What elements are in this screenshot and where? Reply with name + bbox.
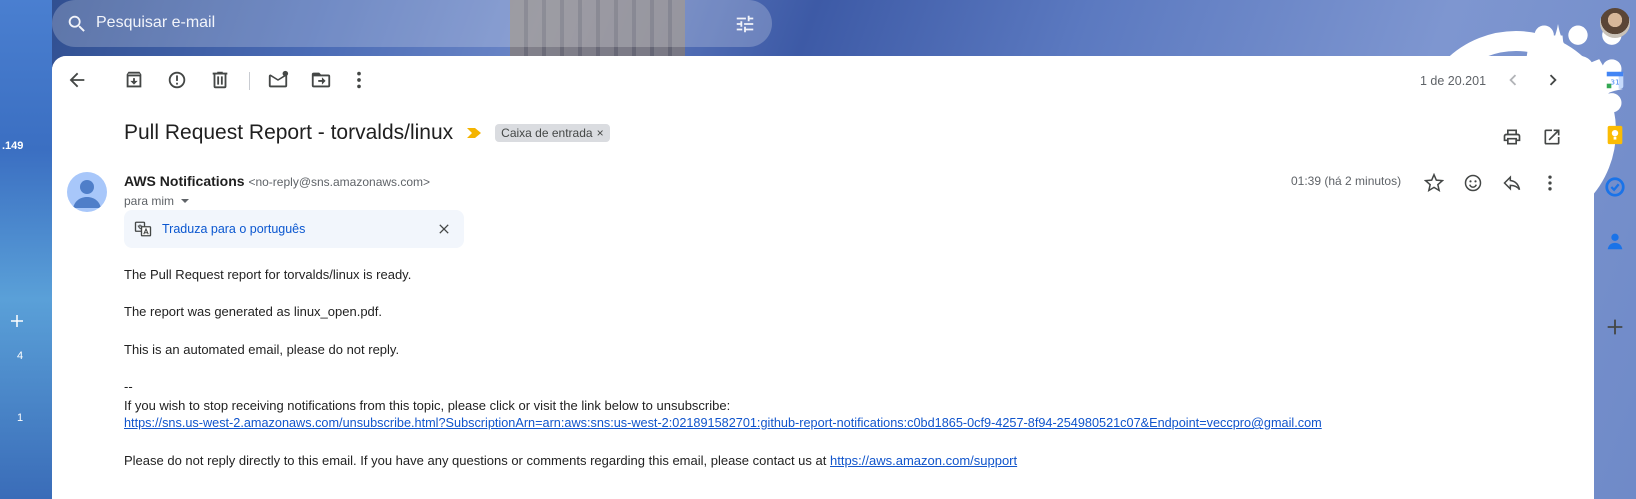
back-arrow-icon[interactable] bbox=[66, 69, 88, 91]
message-counter: 1 de 20.201 bbox=[1420, 74, 1487, 88]
keep-icon[interactable] bbox=[1604, 124, 1626, 146]
account-avatar[interactable] bbox=[1600, 8, 1630, 38]
sender-email: <no-reply@sns.amazonaws.com> bbox=[248, 175, 431, 189]
label-remove-button[interactable]: × bbox=[597, 126, 604, 140]
rail-badge: .149 bbox=[2, 140, 24, 152]
emoji-icon[interactable] bbox=[1463, 173, 1483, 193]
print-icon[interactable] bbox=[1502, 127, 1522, 147]
unsubscribe-text: If you wish to stop receiving notificati… bbox=[124, 398, 731, 413]
unsubscribe-link[interactable]: https://sns.us-west-2.amazonaws.com/unsu… bbox=[124, 416, 1322, 430]
contacts-icon[interactable] bbox=[1604, 230, 1626, 252]
open-new-window-icon[interactable] bbox=[1542, 127, 1562, 147]
rail-count-a: 4 bbox=[17, 350, 24, 362]
translate-icon bbox=[134, 221, 152, 237]
body-line-3: This is an automated email, please do no… bbox=[124, 342, 400, 357]
archive-icon[interactable] bbox=[123, 69, 145, 91]
translate-link[interactable]: Traduza para o português bbox=[162, 222, 305, 236]
signature-separator: -- bbox=[124, 379, 133, 394]
more-vert-icon[interactable] bbox=[348, 69, 370, 91]
close-icon[interactable] bbox=[436, 221, 452, 237]
importance-icon[interactable] bbox=[467, 128, 482, 138]
subject-row: Pull Request Report - torvalds/linux Cai… bbox=[124, 121, 610, 145]
body-line-1: The Pull Request report for torvalds/lin… bbox=[124, 267, 412, 282]
tasks-icon[interactable] bbox=[1604, 176, 1626, 198]
label-chip-text: Caixa de entrada bbox=[501, 126, 593, 140]
calendar-icon[interactable]: 31 bbox=[1604, 69, 1626, 91]
recipient-text: para mim bbox=[124, 194, 175, 208]
sender-name[interactable]: AWS Notifications bbox=[124, 173, 245, 189]
delete-icon[interactable] bbox=[209, 69, 231, 91]
background-left-strip bbox=[0, 0, 52, 499]
rail-count-b: 1 bbox=[17, 412, 24, 424]
email-subject: Pull Request Report - torvalds/linux bbox=[124, 121, 454, 144]
search-icon[interactable] bbox=[66, 13, 88, 35]
unsubscribe-link-row: https://sns.us-west-2.amazonaws.com/unsu… bbox=[124, 416, 1322, 430]
sender-avatar bbox=[67, 172, 107, 212]
recipient-details[interactable]: para mim bbox=[124, 194, 190, 208]
message-more-icon[interactable] bbox=[1540, 173, 1560, 193]
label-chip-inbox[interactable]: Caixa de entrada × bbox=[495, 124, 610, 142]
prev-icon[interactable] bbox=[1502, 69, 1524, 91]
contact-line: Please do not reply directly to this ema… bbox=[124, 453, 1017, 468]
side-panel: 31 bbox=[1594, 56, 1636, 499]
reply-icon[interactable] bbox=[1502, 173, 1522, 193]
sender-line: AWS Notifications <no-reply@sns.amazonaw… bbox=[124, 173, 430, 189]
support-link[interactable]: https://aws.amazon.com/support bbox=[830, 453, 1017, 468]
star-icon[interactable] bbox=[1424, 173, 1444, 193]
contact-text: Please do not reply directly to this ema… bbox=[124, 453, 830, 468]
translate-banner: Traduza para o português bbox=[124, 210, 464, 248]
report-spam-icon[interactable] bbox=[166, 69, 188, 91]
toolbar-divider bbox=[249, 72, 250, 90]
tune-icon[interactable] bbox=[734, 13, 756, 35]
move-to-icon[interactable] bbox=[310, 69, 332, 91]
search-input[interactable]: Pesquisar e-mail bbox=[96, 14, 215, 32]
compose-add-icon[interactable] bbox=[8, 312, 26, 330]
add-icon[interactable] bbox=[1604, 316, 1626, 338]
svg-text:31: 31 bbox=[1610, 78, 1619, 87]
email-view-panel: 1 de 20.201 Pull Request Report - torval… bbox=[52, 56, 1594, 499]
next-icon[interactable] bbox=[1542, 69, 1564, 91]
email-toolbar: 1 de 20.201 bbox=[52, 56, 1594, 104]
body-line-2: The report was generated as linux_open.p… bbox=[124, 304, 383, 319]
email-timestamp: 01:39 (há 2 minutos) bbox=[1291, 174, 1402, 188]
mark-unread-icon[interactable] bbox=[267, 69, 289, 91]
chevron-down-icon[interactable] bbox=[180, 196, 190, 206]
search-bar[interactable]: Pesquisar e-mail bbox=[52, 0, 772, 47]
